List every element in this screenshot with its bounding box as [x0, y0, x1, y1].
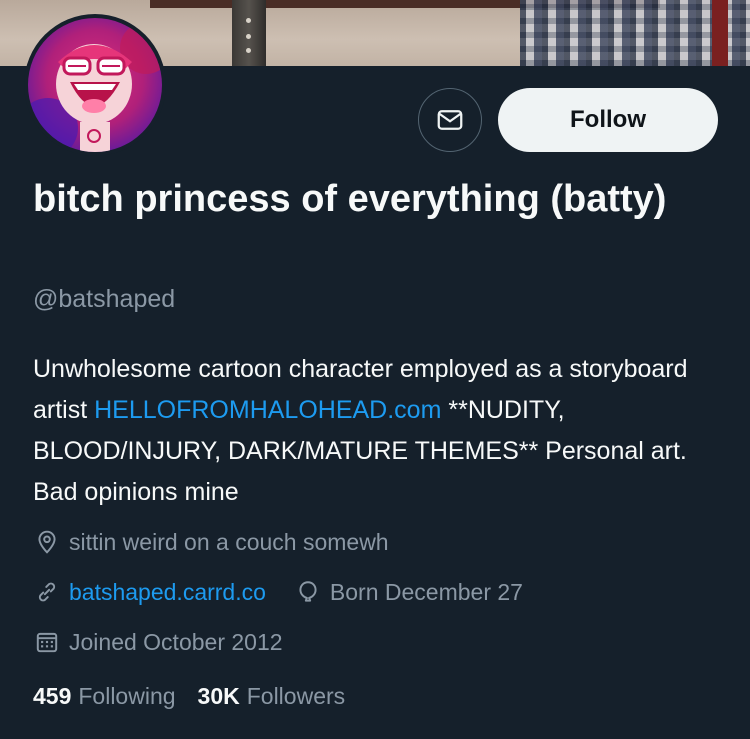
following-count: 459: [33, 683, 72, 709]
location-row: sittin weird on a couch somewh: [33, 528, 389, 556]
following-label: Following: [78, 683, 176, 709]
calendar-icon: [33, 628, 61, 656]
website-birthday-row: batshaped.carrd.co Born December 27: [33, 578, 523, 606]
avatar-image: [28, 18, 162, 152]
location-pin-icon: [33, 528, 61, 556]
location-text: sittin weird on a couch somewh: [69, 528, 389, 555]
birthday-text: Born December 27: [329, 578, 523, 605]
profile-bio: Unwholesome cartoon character employed a…: [33, 349, 733, 513]
bio-link[interactable]: HELLOFROMHALOHEAD.com: [94, 396, 441, 424]
follow-button[interactable]: Follow: [498, 88, 718, 152]
link-icon: [33, 578, 61, 606]
followers-count: 30K: [197, 683, 240, 709]
envelope-icon: [437, 110, 463, 130]
following-stat[interactable]: 459 Following: [33, 683, 176, 710]
website-link[interactable]: batshaped.carrd.co: [69, 579, 266, 606]
banner-strap: [712, 0, 728, 66]
joined-text: Joined October 2012: [69, 628, 283, 655]
banner-post: [232, 0, 266, 66]
message-button[interactable]: [418, 88, 482, 152]
balloon-icon: [294, 578, 322, 606]
joined-row: Joined October 2012: [33, 628, 283, 656]
user-handle: @batshaped: [33, 285, 176, 313]
follow-stats: 459 Following 30K Followers: [33, 683, 367, 710]
display-name: bitch princess of everything (batty): [33, 178, 667, 220]
followers-label: Followers: [246, 683, 346, 709]
avatar[interactable]: [24, 14, 166, 156]
followers-stat[interactable]: 30K Followers: [198, 683, 346, 710]
